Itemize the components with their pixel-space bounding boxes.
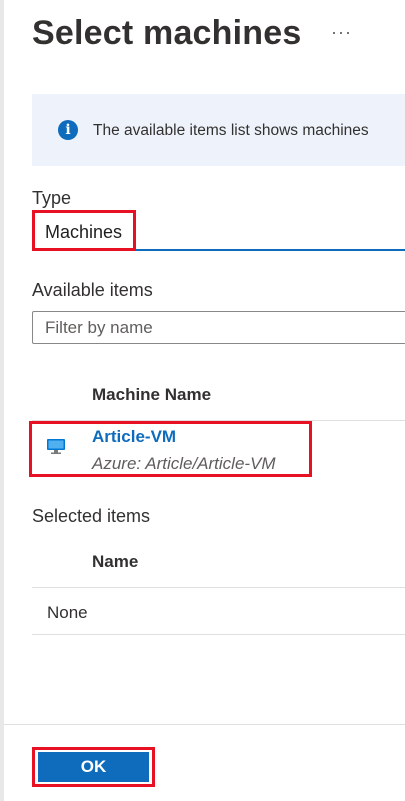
footer-divider (4, 724, 405, 725)
machine-name-column-header[interactable]: Machine Name (92, 385, 211, 405)
info-icon: i (58, 120, 78, 140)
machine-highlight-box (29, 421, 312, 477)
info-banner: i The available items list shows machine… (32, 94, 405, 166)
selected-items-label: Selected items (32, 506, 151, 526)
selected-header-divider (32, 587, 405, 588)
selected-empty-text: None (47, 603, 88, 622)
ok-highlight-box (32, 747, 155, 787)
page-title: Select machines (32, 14, 302, 52)
panel-left-edge (0, 0, 4, 801)
name-column-header[interactable]: Name (92, 552, 138, 572)
more-options-button[interactable]: ··· (331, 22, 352, 43)
filter-input[interactable] (45, 318, 405, 338)
type-label: Type (32, 188, 72, 208)
info-banner-text: The available items list shows machines (93, 122, 369, 139)
filter-box[interactable] (32, 311, 405, 344)
type-highlight-box (32, 210, 136, 251)
selected-row-divider (32, 634, 405, 635)
available-items-label: Available items (32, 280, 153, 300)
